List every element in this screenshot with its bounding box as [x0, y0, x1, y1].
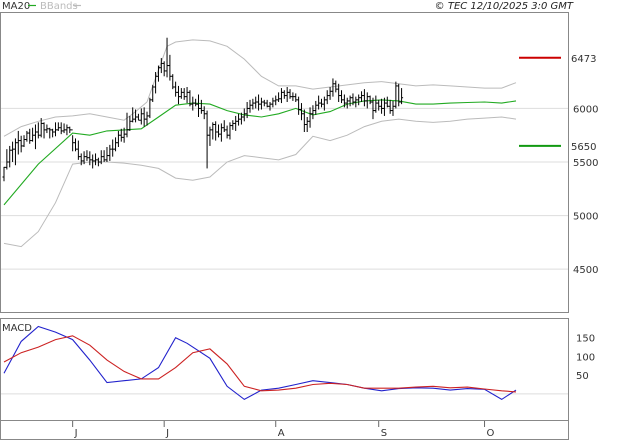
price-tick-label: 5500	[573, 158, 598, 169]
stock-chart: 6473 5650 4500 5000 5500 6000 50 100 150 J J A S O…	[0, 1, 598, 440]
copyright-text: © TEC 12/10/2025 3:0 GMT	[435, 1, 574, 12]
price-tick-label: 5000	[573, 212, 598, 223]
price-tick-label: 6000	[573, 104, 598, 115]
macd-panel-frame	[0, 318, 569, 421]
bbands-legend: BBands	[40, 1, 78, 12]
month-label: O	[487, 428, 495, 439]
month-label: J	[165, 428, 169, 439]
month-label: S	[381, 428, 387, 439]
price-tick-label: 4500	[573, 265, 598, 276]
resistance-label: 6473	[571, 54, 596, 65]
macd-tick-label: 150	[576, 334, 595, 345]
macd-tick-label: 100	[576, 352, 595, 363]
ma20-legend: MA20	[2, 1, 30, 12]
month-label: J	[74, 428, 78, 439]
macd-panel-title: MACD	[2, 323, 32, 334]
month-label: A	[278, 428, 285, 439]
macd-tick-label: 50	[576, 371, 589, 382]
support-label: 5650	[571, 142, 596, 153]
